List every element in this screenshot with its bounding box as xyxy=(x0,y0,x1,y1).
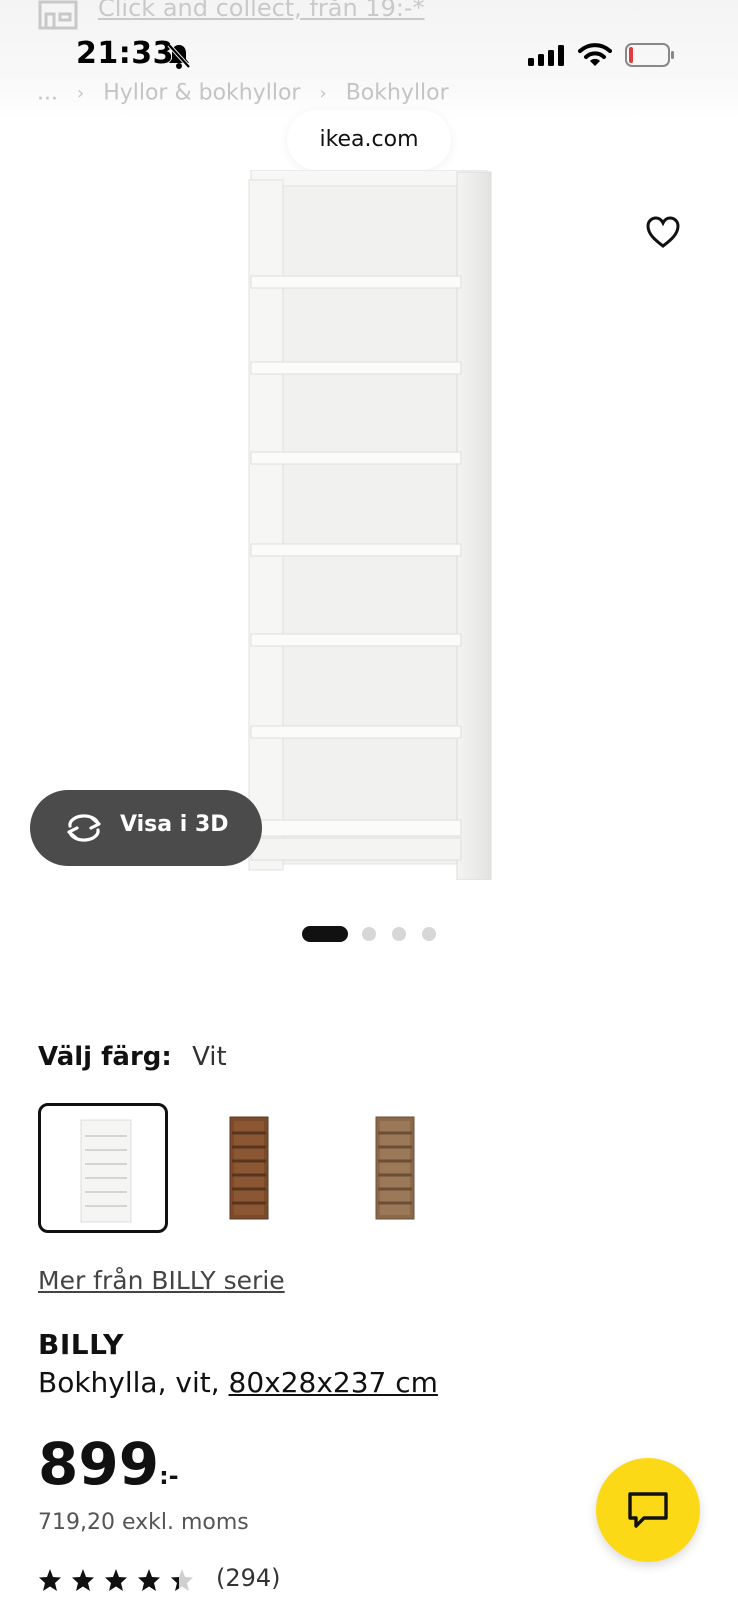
partial-star-icon xyxy=(171,1569,193,1591)
breadcrumb: ... › Hyllor & bokhyllor › Bokhyllor xyxy=(37,80,449,106)
carousel-dot-4[interactable] xyxy=(422,927,436,941)
breadcrumb-item-bookcases[interactable]: Bokhyllor xyxy=(346,81,449,106)
product-dimensions-link[interactable]: 80x28x237 cm xyxy=(229,1366,438,1399)
view-in-3d-button[interactable]: Visa i 3D xyxy=(30,790,262,866)
price-value: 899 xyxy=(38,1430,160,1498)
click-and-collect-link[interactable]: Click and collect, från 19:-* xyxy=(98,0,425,22)
battery-icon xyxy=(625,43,674,67)
browser-url-pill[interactable]: ikea.com xyxy=(287,110,451,170)
breadcrumb-ellipsis[interactable]: ... xyxy=(37,81,58,106)
color-variant-oak-effect[interactable] xyxy=(330,1103,460,1233)
breadcrumb-separator: › xyxy=(76,82,85,104)
bookcase-thumbnail-oak xyxy=(375,1116,415,1220)
selected-color-value: Vit xyxy=(192,1042,227,1072)
price-excl-vat: 719,20 exkl. moms xyxy=(38,1510,249,1535)
cellular-signal-icon xyxy=(528,45,564,66)
color-variant-brown-walnut[interactable] xyxy=(184,1103,314,1233)
silent-bell-icon xyxy=(167,43,191,69)
price-currency-suffix: :- xyxy=(159,1462,179,1490)
review-count[interactable]: (294) xyxy=(216,1564,281,1592)
star-icon xyxy=(39,1569,61,1591)
store-icon xyxy=(38,0,78,30)
carousel-dot-2[interactable] xyxy=(362,927,376,941)
color-variant-white[interactable] xyxy=(38,1103,168,1233)
breadcrumb-item-shelves[interactable]: Hyllor & bokhyllor xyxy=(103,81,300,106)
favourite-heart-icon[interactable] xyxy=(645,215,681,249)
view-in-3d-label: Visa i 3D xyxy=(120,812,229,837)
color-label: Välj färg: xyxy=(38,1042,172,1072)
star-icon xyxy=(72,1569,94,1591)
chat-button[interactable] xyxy=(596,1458,700,1562)
bookcase-thumbnail-brown xyxy=(229,1116,269,1220)
product-price: 899:- xyxy=(38,1430,179,1498)
bookcase-thumbnail-white xyxy=(80,1119,132,1223)
breadcrumb-separator: › xyxy=(319,82,327,104)
chat-bubble-icon xyxy=(628,1492,668,1528)
product-description: Bokhylla, vit, 80x28x237 cm xyxy=(38,1366,438,1399)
rotate-3d-icon xyxy=(67,814,101,842)
status-time: 21:33 xyxy=(76,36,174,71)
carousel-dot-3[interactable] xyxy=(392,927,406,941)
star-icon xyxy=(105,1569,127,1591)
star-icon xyxy=(138,1569,160,1591)
wifi-icon xyxy=(578,43,612,66)
product-image-bookcase[interactable] xyxy=(245,170,493,880)
color-selector-heading: Välj färg: Vit xyxy=(38,1042,227,1072)
carousel-dot-1[interactable] xyxy=(302,926,348,942)
more-from-series-link[interactable]: Mer från BILLY serie xyxy=(38,1266,285,1295)
product-name: BILLY xyxy=(38,1328,124,1361)
rating-stars[interactable] xyxy=(38,1568,208,1594)
product-type-text: Bokhylla, vit, xyxy=(38,1366,229,1399)
